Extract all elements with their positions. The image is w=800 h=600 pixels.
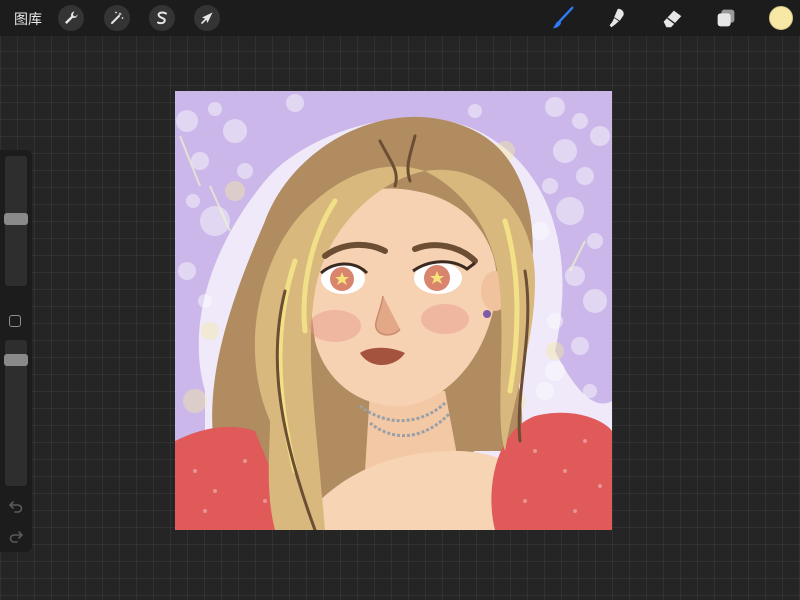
magic-wand-icon bbox=[111, 11, 124, 24]
arrow-cursor-icon bbox=[201, 12, 213, 24]
wrench-icon bbox=[65, 11, 78, 24]
layers-button[interactable] bbox=[712, 4, 740, 32]
drawing-canvas[interactable] bbox=[175, 91, 612, 530]
top-toolbar: 图库 bbox=[0, 0, 800, 36]
brush-size-handle[interactable] bbox=[4, 213, 28, 225]
opacity-slider[interactable] bbox=[4, 340, 28, 486]
smudge-tool-button[interactable] bbox=[603, 4, 631, 32]
brush-tool-button[interactable] bbox=[549, 4, 577, 32]
eraser-tool-button[interactable] bbox=[658, 4, 686, 32]
opacity-handle[interactable] bbox=[4, 354, 28, 366]
eraser-icon bbox=[663, 10, 682, 28]
portrait-artwork bbox=[175, 91, 612, 530]
transform-button[interactable] bbox=[194, 5, 220, 31]
adjustments-button[interactable] bbox=[104, 5, 130, 31]
gallery-button[interactable]: 图库 bbox=[14, 9, 42, 29]
undo-icon[interactable] bbox=[8, 499, 24, 513]
color-picker-button[interactable] bbox=[769, 6, 793, 30]
smudge-icon bbox=[609, 8, 624, 28]
redo-icon[interactable] bbox=[8, 529, 24, 543]
layers-icon bbox=[717, 9, 735, 27]
brush-icon bbox=[552, 6, 574, 29]
selection-button[interactable] bbox=[149, 5, 175, 31]
brush-size-slider[interactable] bbox=[4, 156, 28, 286]
square-modifier-icon[interactable] bbox=[9, 315, 21, 327]
left-sidebar bbox=[0, 150, 32, 552]
actions-button[interactable] bbox=[58, 5, 84, 31]
selection-s-icon bbox=[157, 11, 167, 25]
